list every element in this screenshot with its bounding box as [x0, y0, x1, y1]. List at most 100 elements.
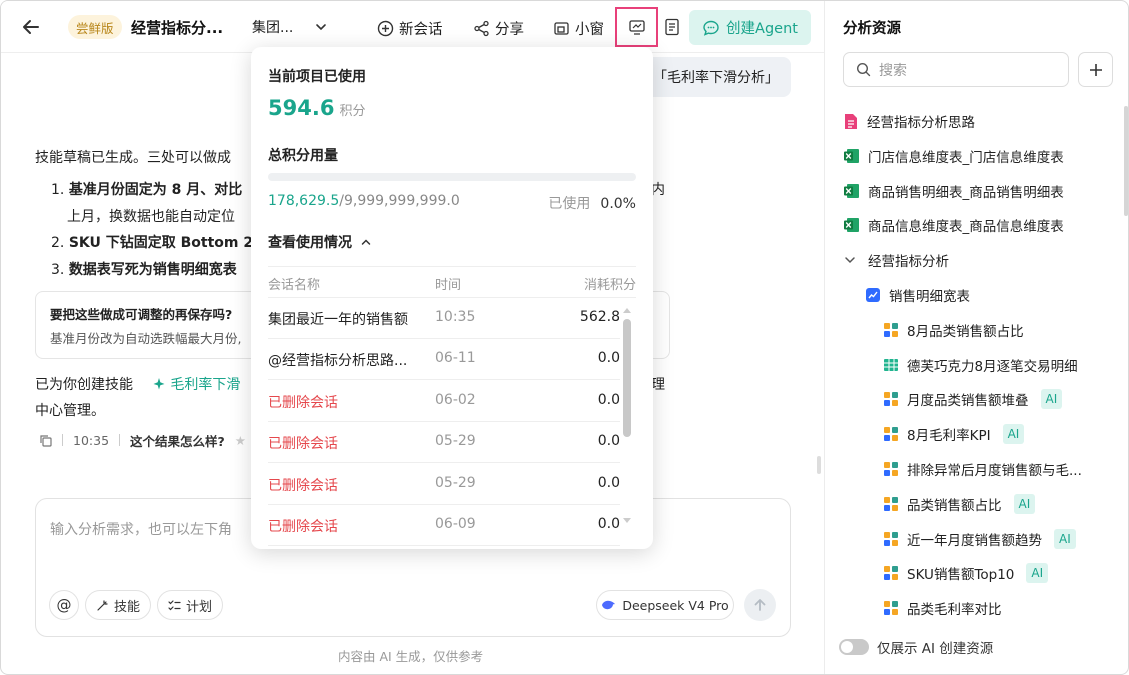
usage-table-row[interactable]: 已删除会话 06-02 0.0: [268, 381, 620, 422]
resource-item[interactable]: 8月毛利率KPI AI: [883, 423, 1025, 445]
view-usage-toggle[interactable]: 查看使用情况: [268, 232, 372, 252]
usage-scrollbar-thumb[interactable]: [623, 319, 631, 437]
ai-only-toggle[interactable]: [839, 639, 869, 655]
excel-icon: [843, 148, 860, 164]
resource-item[interactable]: 8月品类销售额占比: [883, 319, 1024, 341]
at-icon: @: [56, 596, 72, 614]
usage-table-header: 会话名称 时间 消耗积分: [268, 266, 636, 298]
usage-table-row[interactable]: 已删除会话 06-09 0.0: [268, 505, 620, 546]
view-usage-label: 查看使用情况: [268, 235, 352, 251]
resources-title: 分析资源: [843, 21, 901, 37]
small-window-button[interactable]: 小窗: [553, 15, 604, 41]
excel-icon: [843, 217, 860, 233]
current-usage-value: 594.6: [268, 96, 335, 120]
resource-item[interactable]: 商品销售明细表_商品销售明细表: [843, 180, 1064, 202]
resource-label: 8月毛利率KPI: [907, 428, 991, 445]
add-resource-button[interactable]: [1078, 52, 1113, 87]
used-percent-value: 0.0%: [600, 196, 636, 212]
session-cost: 0.0: [597, 516, 620, 532]
star-icon[interactable]: ★: [235, 433, 246, 448]
usage-table-row[interactable]: @经营指标分析思路... 06-11 0.0: [268, 339, 620, 381]
share-button[interactable]: 分享: [473, 15, 524, 41]
chart-icon: [883, 391, 899, 407]
model-selector[interactable]: Deepseek V4 Pro: [596, 590, 734, 620]
col-cost: 消耗积分: [583, 278, 636, 293]
copy-icon[interactable]: [39, 434, 52, 447]
reply-item-bold: 数据表写死为销售明细宽表: [68, 261, 237, 278]
session-time: 10:35: [435, 309, 476, 325]
resource-item[interactable]: 近一年月度销售额趋势 AI: [883, 528, 1076, 550]
resource-item[interactable]: 经营指标分析: [843, 249, 949, 271]
scroll-down-arrow-icon[interactable]: [622, 517, 632, 525]
document-icon[interactable]: [662, 17, 682, 37]
user-message-bubble: 「毛利率下滑分析」: [641, 57, 791, 97]
resource-item[interactable]: 经营指标分析思路: [843, 110, 975, 132]
resource-item[interactable]: 排除异常后月度销售额与毛...: [883, 458, 1082, 480]
resource-label: 排除异常后月度销售额与毛...: [907, 463, 1082, 479]
dataset-icon: [865, 287, 881, 303]
usage-table-row[interactable]: 已删除会话 05-29 0.0: [268, 464, 620, 505]
session-cost: 0.0: [597, 474, 620, 491]
resource-scrollbar[interactable]: [1124, 106, 1128, 216]
send-button[interactable]: [744, 589, 776, 621]
usage-table-row[interactable]: 集团最近一年的销售额 10:35 562.8: [268, 298, 620, 339]
skill-prefix: 已为你创建技能: [35, 377, 133, 393]
ai-badge: AI: [1054, 528, 1076, 549]
resource-item[interactable]: 月度品类销售额堆叠 AI: [883, 388, 1063, 410]
resource-item[interactable]: 德芙巧克力8月逐笔交易明细: [883, 354, 1078, 376]
session-time: 06-09: [435, 516, 476, 532]
session-name: 集团最近一年的销售额: [268, 312, 408, 328]
resource-item[interactable]: 品类毛利率对比: [883, 597, 1002, 619]
ai-only-label: 仅展示 AI 创建资源: [877, 641, 994, 657]
total-usage-label: 总积分用量: [268, 148, 338, 164]
resource-label: 门店信息维度表_门店信息维度表: [868, 149, 1064, 166]
mention-button[interactable]: @: [49, 590, 79, 620]
resource-item[interactable]: 门店信息维度表_门店信息维度表: [843, 145, 1064, 167]
doc-pink-icon: [843, 113, 859, 130]
plan-chip[interactable]: 计划: [157, 590, 224, 620]
group-select[interactable]: 集团...: [252, 17, 293, 37]
search-icon: [856, 62, 871, 77]
reply-item-2: 2. SKU 下钻固定取 Bottom 2: [51, 230, 253, 257]
chevron-down-icon[interactable]: [313, 19, 329, 35]
resource-search-input[interactable]: 搜索: [843, 52, 1069, 87]
assistant-reply-list: 1. 基准月份固定为 8 月、对比 上月，换数据也能自动定位 2. SKU 下钻…: [51, 177, 253, 283]
create-agent-button[interactable]: 创建Agent: [689, 10, 811, 45]
usage-monitor-button[interactable]: [615, 7, 658, 47]
session-time: 05-29: [435, 433, 476, 450]
top-toolbar: 尝鲜版 经营指标分... 集团... 新会话 分享 小窗 创建Agent: [1, 1, 825, 53]
resource-label: 品类毛利率对比: [907, 602, 1002, 619]
ai-badge: AI: [1013, 493, 1036, 514]
used-label: 已使用: [548, 196, 591, 212]
scroll-up-arrow-icon[interactable]: [622, 306, 632, 314]
reply-item-1: 1. 基准月份固定为 8 月、对比: [51, 177, 251, 204]
resize-handle[interactable]: [817, 456, 821, 474]
skill-chip[interactable]: 技能: [85, 590, 152, 620]
resource-item[interactable]: 商品信息维度表_商品信息维度表: [843, 214, 1064, 236]
agent-chat-icon: [703, 20, 719, 36]
chevron-down-icon: [843, 253, 857, 267]
chat-input[interactable]: 输入分析需求，也可以左下角: [50, 519, 232, 539]
small-window-label: 小窗: [575, 21, 604, 38]
reply-item-bold: 基准月份固定为 8 月、对比: [68, 182, 243, 198]
chart-icon: [883, 322, 899, 338]
share-label: 分享: [495, 21, 524, 38]
skill-link[interactable]: 毛利率下滑: [170, 377, 240, 393]
new-chat-button[interactable]: 新会话: [377, 15, 443, 41]
page-title[interactable]: 经营指标分...: [131, 17, 223, 38]
resource-item[interactable]: SKU销售额Top10 AI: [883, 562, 1049, 584]
resource-label: 商品信息维度表_商品信息维度表: [868, 219, 1064, 236]
reply-item-num: 1.: [51, 182, 65, 198]
ai-badge: AI: [1040, 389, 1063, 410]
resource-item[interactable]: 销售明细宽表: [865, 284, 970, 306]
session-time: 06-11: [435, 350, 476, 367]
resource-label: 品类销售额占比: [907, 497, 1002, 514]
resource-item[interactable]: 品类销售额占比 AI: [883, 493, 1036, 515]
ai-only-toggle-row: 仅展示 AI 创建资源: [839, 636, 993, 658]
new-chat-icon: [377, 20, 394, 36]
chart-icon: [883, 565, 899, 581]
total-amount: /9,999,999,999.0: [339, 193, 460, 209]
message-time: 10:35: [73, 432, 110, 448]
usage-table-row[interactable]: 已删除会话 05-29 0.0: [268, 422, 620, 464]
back-button[interactable]: [19, 15, 43, 39]
